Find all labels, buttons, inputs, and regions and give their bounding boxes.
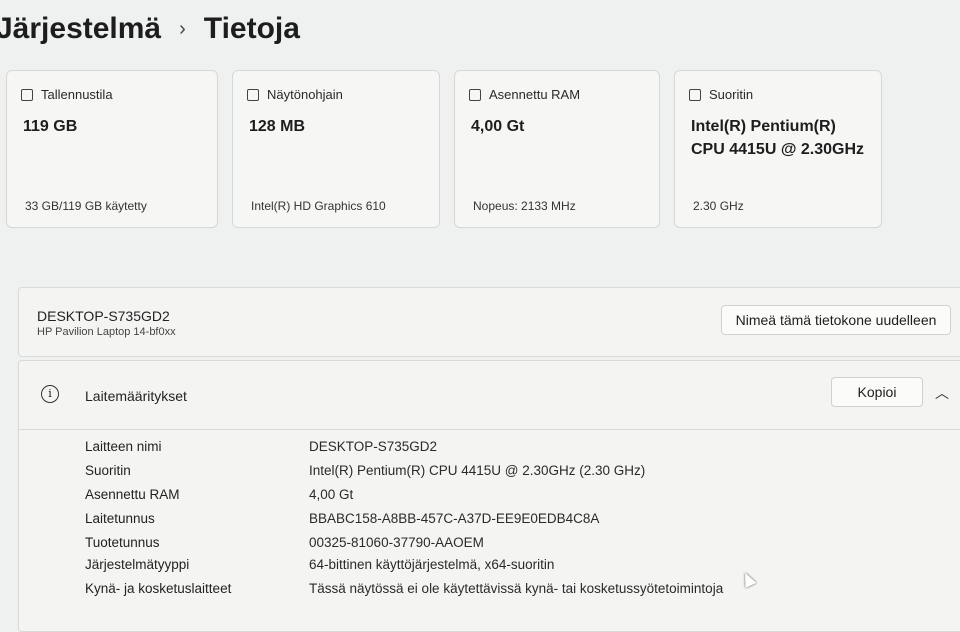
- spec-value: 00325-81060-37790-AAOEM: [309, 535, 484, 550]
- copy-button[interactable]: Kopioi: [831, 377, 923, 407]
- gpu-icon: [247, 88, 259, 101]
- rename-pc-button[interactable]: Nimeä tämä tietokone uudelleen: [721, 305, 951, 335]
- card-value: 4,00 Gt: [471, 118, 525, 135]
- processor-icon: [689, 88, 701, 101]
- specifications-title: Laitemääritykset: [85, 388, 187, 404]
- info-icon: i: [41, 385, 59, 403]
- card-subtext: 2.30 GHz: [693, 199, 744, 213]
- card-subtext: 33 GB/119 GB käytetty: [25, 199, 147, 213]
- processor-card: Suoritin Intel(R) Pentium(R) CPU 4415U @…: [674, 70, 882, 228]
- spec-key: Järjestelmätyyppi: [85, 557, 190, 572]
- device-specifications-panel: i Laitemääritykset Kopioi ︿ Laitteen nim…: [18, 360, 960, 632]
- spec-key: Kynä- ja kosketuslaitteet: [85, 581, 232, 596]
- specifications-header[interactable]: i Laitemääritykset Kopioi ︿: [19, 361, 960, 430]
- spec-key: Laitteen nimi: [85, 439, 162, 454]
- spec-key: Laitetunnus: [85, 511, 155, 526]
- card-subtext: Nopeus: 2133 MHz: [473, 199, 576, 213]
- ram-card: Asennettu RAM 4,00 Gt Nopeus: 2133 MHz: [454, 70, 660, 228]
- card-value: 119 GB: [23, 118, 78, 135]
- ram-icon: [469, 88, 481, 101]
- breadcrumb: Järjestelmä › Tietoja: [0, 12, 300, 46]
- card-value: 128 MB: [249, 118, 306, 135]
- page-title: Tietoja: [203, 12, 300, 45]
- card-value: Intel(R) Pentium(R) CPU 4415U @ 2.30GHz: [691, 118, 865, 158]
- card-title: Näytönohjain: [267, 87, 343, 102]
- spec-value: 64-bittinen käyttöjärjestelmä, x64-suori…: [309, 557, 555, 572]
- card-title: Tallennustila: [41, 87, 113, 102]
- spec-value: DESKTOP-S735GD2: [309, 439, 438, 454]
- breadcrumb-parent[interactable]: Järjestelmä: [0, 12, 161, 46]
- gpu-card: Näytönohjain 128 MB Intel(R) HD Graphics…: [232, 70, 440, 228]
- storage-card: Tallennustila 119 GB 33 GB/119 GB käytet…: [6, 70, 218, 228]
- spec-value: BBABC158-A8BB-457C-A37D-EE9E0EDB4C8A: [309, 511, 600, 526]
- device-model: HP Pavilion Laptop 14-bf0xx: [37, 326, 176, 338]
- card-title: Suoritin: [709, 87, 754, 102]
- breadcrumb-separator-icon: ›: [179, 17, 186, 40]
- card-title: Asennettu RAM: [489, 87, 581, 102]
- device-name: DESKTOP-S735GD2: [37, 308, 170, 324]
- storage-icon: [21, 88, 33, 101]
- spec-key: Asennettu RAM: [85, 487, 180, 502]
- spec-value: Intel(R) Pentium(R) CPU 4415U @ 2.30GHz …: [309, 463, 646, 478]
- card-subtext: Intel(R) HD Graphics 610: [251, 199, 386, 213]
- spec-value: Tässä näytössä ei ole käytettävissä kynä…: [309, 581, 724, 596]
- spec-value: 4,00 Gt: [309, 487, 354, 502]
- spec-key: Suoritin: [85, 463, 131, 478]
- device-name-panel: DESKTOP-S735GD2 HP Pavilion Laptop 14-bf…: [18, 287, 960, 357]
- chevron-up-icon[interactable]: ︿: [935, 383, 949, 403]
- spec-key: Tuotetunnus: [85, 535, 160, 550]
